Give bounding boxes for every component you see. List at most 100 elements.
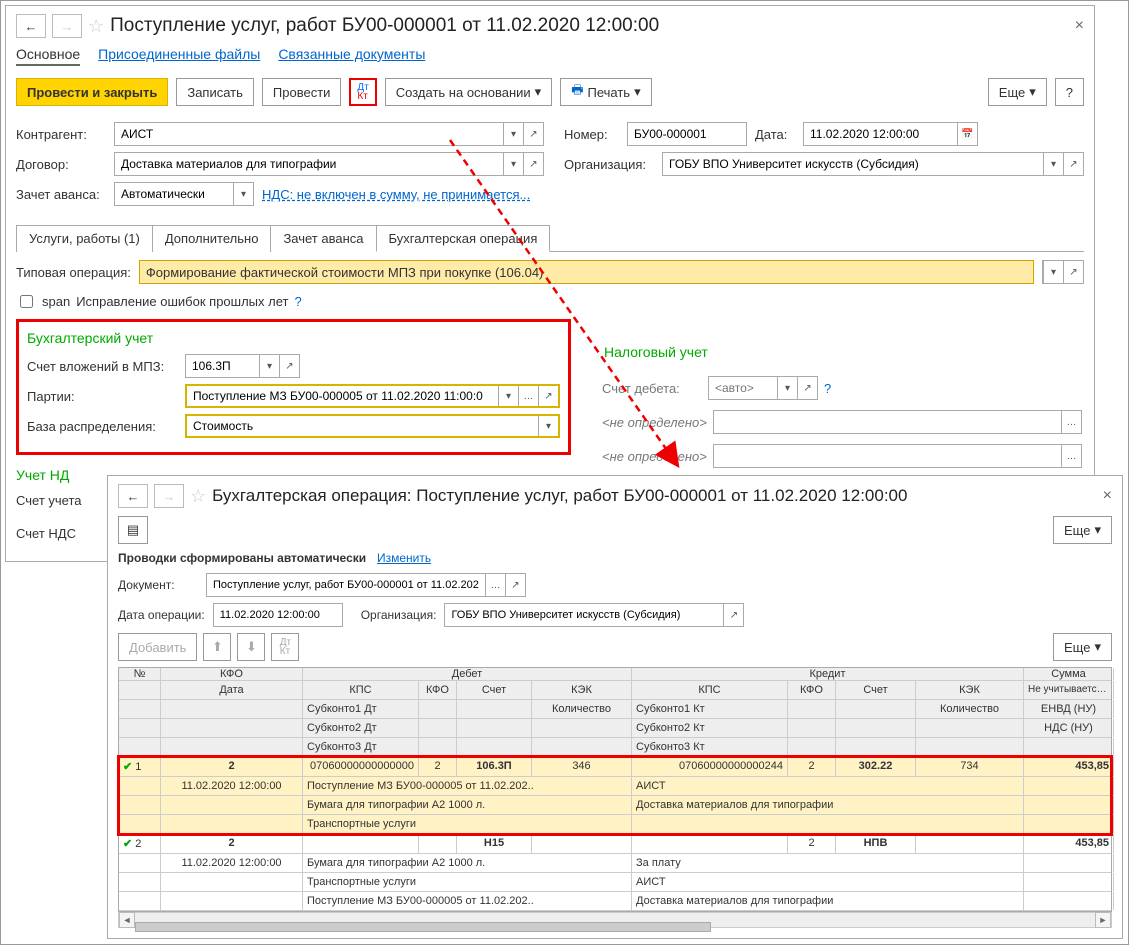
move-up-button[interactable]: ⬆ <box>203 633 231 661</box>
open-icon[interactable]: ↗ <box>523 153 543 175</box>
typical-op-input[interactable]: Формирование фактической стоимости МПЗ п… <box>139 260 1034 284</box>
document-icon-button[interactable]: ▤ <box>118 516 148 544</box>
debit-account-input[interactable] <box>709 377 777 399</box>
date-label: Дата: <box>755 127 795 142</box>
batch-input[interactable] <box>187 386 498 406</box>
contractor-input[interactable] <box>115 123 503 145</box>
close-icon[interactable]: × <box>1075 17 1084 35</box>
org-input[interactable] <box>445 604 723 626</box>
open-icon[interactable]: ↗ <box>538 386 558 406</box>
base-input[interactable] <box>187 416 538 436</box>
ellipsis-icon[interactable]: … <box>1061 411 1081 433</box>
dropdown-icon[interactable]: ▾ <box>503 153 523 175</box>
undef-input-2[interactable] <box>714 445 1061 467</box>
table-row[interactable]: ✔ 1 2 07060000000000000 2 106.3П 346 070… <box>119 757 1111 777</box>
advance-label: Зачет аванса: <box>16 187 106 202</box>
move-down-button[interactable]: ⬇ <box>237 633 265 661</box>
doc-input[interactable] <box>207 574 485 596</box>
open-icon[interactable]: ↗ <box>505 574 525 596</box>
table-row[interactable]: Транспортные услуги АИСТ <box>119 873 1111 892</box>
table-row[interactable]: 11.02.2020 12:00:00 Бумага для типографи… <box>119 854 1111 873</box>
contract-input[interactable] <box>115 153 503 175</box>
nav-tab-files[interactable]: Присоединенные файлы <box>98 46 260 66</box>
nav-forward-button[interactable]: → <box>52 14 82 38</box>
contractor-label: Контрагент: <box>16 127 106 142</box>
ellipsis-icon[interactable]: … <box>1061 445 1081 467</box>
dtkt-small-button[interactable]: ДтКт <box>271 633 299 661</box>
calendar-icon[interactable]: 📅 <box>957 123 977 145</box>
scroll-thumb[interactable] <box>135 922 711 932</box>
dropdown-icon[interactable]: ▾ <box>503 123 523 145</box>
dropdown-icon[interactable]: ▾ <box>538 416 558 436</box>
tax-fields: Счет дебета: ▾↗ ? <не определено> … <не … <box>602 366 1082 478</box>
help-icon[interactable]: ? <box>824 381 831 396</box>
dropdown-icon[interactable]: ▾ <box>1043 153 1063 175</box>
batch-label: Партии: <box>27 389 177 404</box>
col-debit: Дебет <box>303 668 632 680</box>
close-icon[interactable]: × <box>1103 487 1112 505</box>
change-link[interactable]: Изменить <box>377 551 431 565</box>
tab-additional[interactable]: Дополнительно <box>152 225 272 252</box>
ellipsis-icon[interactable]: … <box>518 386 538 406</box>
post-close-button[interactable]: Провести и закрыть <box>16 78 168 106</box>
open-icon[interactable]: ↗ <box>723 604 743 626</box>
open-icon[interactable]: ↗ <box>1063 261 1083 283</box>
more-button[interactable]: Еще ▾ <box>988 78 1047 106</box>
open-icon[interactable]: ↗ <box>279 355 299 377</box>
dropdown-icon[interactable]: ▾ <box>259 355 279 377</box>
col-no: № <box>119 668 161 680</box>
table-row[interactable]: Бумага для типографии А2 1000 л. Доставк… <box>119 796 1111 815</box>
open-icon[interactable]: ↗ <box>797 377 817 399</box>
print-button[interactable]: 🖶 Печать ▾ <box>560 78 651 106</box>
ellipsis-icon[interactable]: … <box>485 574 505 596</box>
dropdown-icon[interactable]: ▾ <box>777 377 797 399</box>
window-accounting-op: ← → ☆ Бухгалтерская операция: Поступлени… <box>107 475 1123 939</box>
table-row[interactable]: 11.02.2020 12:00:00 Поступление МЗ БУ00-… <box>119 777 1111 796</box>
dropdown-icon[interactable]: ▾ <box>233 183 253 205</box>
open-icon[interactable]: ↗ <box>1063 153 1083 175</box>
postings-table[interactable]: № КФО Дебет Кредит Сумма Дата КПС КФО Сч… <box>118 667 1112 912</box>
nav-tab-related[interactable]: Связанные документы <box>278 46 425 66</box>
nav-back-button[interactable]: ← <box>16 14 46 38</box>
opdate-input[interactable] <box>214 604 342 626</box>
advance-input[interactable] <box>115 183 233 205</box>
tab-services[interactable]: Услуги, работы (1) <box>16 225 153 252</box>
post-button[interactable]: Провести <box>262 78 342 106</box>
vat-link[interactable]: НДС: не включен в сумму, не принимается.… <box>262 187 530 202</box>
more-button[interactable]: Еще ▾ <box>1053 633 1112 661</box>
document-icon: ▤ <box>127 522 139 538</box>
favorite-star-icon[interactable]: ☆ <box>88 16 104 37</box>
org-input[interactable] <box>663 153 1043 175</box>
tab-accounting-op[interactable]: Бухгалтерская операция <box>376 225 551 252</box>
mpz-account-input[interactable] <box>186 355 259 377</box>
org-label: Организация: <box>361 608 437 622</box>
fix-errors-checkbox[interactable] <box>20 295 33 308</box>
more-button[interactable]: Еще ▾ <box>1053 516 1112 544</box>
help-icon[interactable]: ? <box>294 294 301 309</box>
dropdown-icon[interactable]: ▾ <box>1043 261 1063 283</box>
mpz-account-label: Счет вложений в МПЗ: <box>27 359 177 374</box>
open-icon[interactable]: ↗ <box>523 123 543 145</box>
horizontal-scrollbar[interactable]: ◄ ► <box>118 912 1112 928</box>
auto-postings-text: Проводки сформированы автоматически <box>118 551 366 565</box>
help-button[interactable]: ? <box>1055 78 1084 106</box>
tab-advance[interactable]: Зачет аванса <box>270 225 376 252</box>
dtkt-button[interactable]: ДтКт <box>349 78 376 106</box>
dropdown-icon[interactable]: ▾ <box>498 386 518 406</box>
write-button[interactable]: Записать <box>176 78 254 106</box>
table-row[interactable]: Транспортные услуги <box>119 815 1111 834</box>
number-input[interactable] <box>628 123 746 145</box>
nav-back-button[interactable]: ← <box>118 484 148 508</box>
table-row[interactable]: Поступление МЗ БУ00-000005 от 11.02.202.… <box>119 892 1111 911</box>
create-based-button[interactable]: Создать на основании ▾ <box>385 78 552 106</box>
favorite-star-icon[interactable]: ☆ <box>190 486 206 507</box>
add-button[interactable]: Добавить <box>118 633 197 661</box>
date-input[interactable] <box>804 123 957 145</box>
table-row[interactable]: ✔ 2 2 Н15 2 НПВ 453,85 <box>119 834 1111 854</box>
undef-input-1[interactable] <box>714 411 1061 433</box>
scroll-left-icon[interactable]: ◄ <box>119 912 135 928</box>
nav-forward-button[interactable]: → <box>154 484 184 508</box>
scroll-right-icon[interactable]: ► <box>1095 912 1111 928</box>
chevron-down-icon: ▾ <box>535 84 542 100</box>
nav-tab-main[interactable]: Основное <box>16 46 80 66</box>
